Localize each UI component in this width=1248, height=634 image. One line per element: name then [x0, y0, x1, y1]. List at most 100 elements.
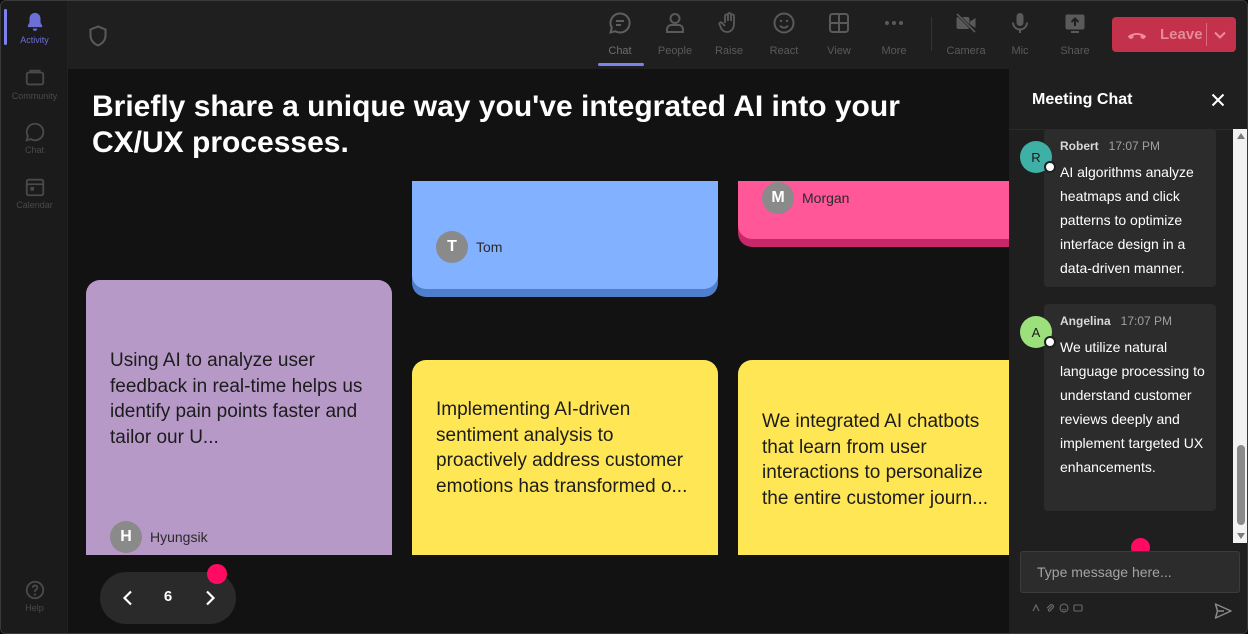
smiley-icon	[773, 12, 795, 34]
people-label: People	[657, 45, 693, 57]
gif-icon[interactable]	[1073, 603, 1083, 613]
avatar: M	[762, 182, 794, 214]
view-button[interactable]: View	[814, 11, 864, 63]
chat-icon	[609, 12, 631, 34]
toolbar-divider	[931, 17, 932, 51]
leave-button[interactable]: Leave	[1112, 17, 1236, 52]
camera-label: Camera	[946, 45, 986, 57]
rail-label: Activity	[20, 35, 49, 45]
attach-icon[interactable]	[1045, 603, 1055, 613]
whiteboard-stage: Briefly share a unique way you've integr…	[68, 69, 1009, 633]
rail-item-community[interactable]: Community	[1, 67, 68, 117]
close-icon[interactable]	[1209, 91, 1227, 109]
message-input[interactable]	[1020, 551, 1240, 593]
author-name: Tom	[476, 239, 503, 255]
raise-hand-icon	[718, 12, 735, 33]
message-time: 17:07 PM	[1108, 139, 1161, 153]
chat-messages: Robert 17:07 PM AI algorithms analyze hea…	[1009, 129, 1233, 543]
view-label: View	[827, 45, 851, 57]
emoji-format-icon[interactable]	[1031, 603, 1041, 613]
sticky-note-chatbots[interactable]: We integrated AI chatbots that learn fro…	[738, 360, 1009, 555]
send-icon[interactable]	[1213, 601, 1233, 621]
chevron-down-icon[interactable]	[1212, 27, 1228, 43]
more-button[interactable]: More	[869, 11, 919, 63]
note-text: Using AI to analyze user feedback in rea…	[110, 350, 363, 448]
avatar-initial: R	[1031, 149, 1041, 165]
share-screen-icon	[1065, 14, 1085, 33]
shield-icon	[89, 25, 107, 47]
note-author: H Hyungsik	[110, 521, 208, 553]
rail-item-calendar[interactable]: Calendar	[1, 176, 68, 226]
chat-button[interactable]: Chat	[595, 11, 645, 63]
note-text: Implementing AI-driven sentiment analysi…	[436, 399, 688, 497]
sticky-notes-area: T Tom M Morgan Using AI to analyze user …	[68, 181, 1009, 555]
mic-icon	[1012, 13, 1028, 33]
rail-item-help[interactable]: Help	[1, 579, 68, 629]
message-text: We utilize natural language processing t…	[1060, 339, 1205, 475]
presence-dot	[1044, 161, 1056, 173]
raise-label: Raise	[714, 45, 744, 57]
avatar: R	[1020, 141, 1056, 173]
message-header: Robert 17:07 PM	[1060, 139, 1160, 153]
grid-view-icon	[829, 13, 849, 33]
raise-hand-button[interactable]: Raise	[704, 11, 754, 63]
rail-label: Help	[25, 603, 44, 613]
rail-label: Calendar	[16, 200, 53, 210]
scroll-down-arrow[interactable]	[1237, 533, 1245, 539]
more-label: More	[881, 45, 907, 57]
scroll-up-arrow[interactable]	[1237, 133, 1245, 139]
sender-name: Robert	[1060, 139, 1099, 153]
question-title: Briefly share a unique way you've integr…	[92, 90, 900, 159]
avatar: A	[1020, 316, 1056, 348]
chat-title: Meeting Chat	[1032, 91, 1133, 108]
bell-icon	[27, 12, 42, 31]
avatar: T	[436, 231, 468, 263]
active-tab-indicator	[598, 63, 644, 66]
avatar: H	[110, 521, 142, 553]
chevron-left-icon[interactable]	[118, 588, 138, 608]
message-header: Angelina 17:07 PM	[1060, 314, 1172, 328]
react-button[interactable]: React	[759, 11, 809, 63]
leave-label: Leave	[1160, 26, 1203, 43]
app-rail: Activity Community Chat Calendar Help	[1, 1, 68, 633]
sticky-note-tom[interactable]: T Tom	[412, 181, 718, 289]
note-text: We integrated AI chatbots that learn fro…	[762, 411, 988, 509]
meeting-chat-panel: Meeting Chat Robert 17:07 PM AI algorithm…	[1009, 69, 1247, 633]
share-button[interactable]: Share	[1050, 11, 1100, 63]
mic-button[interactable]: Mic	[995, 11, 1045, 63]
people-icon	[666, 13, 684, 33]
chat-scrollbar[interactable]	[1233, 129, 1247, 543]
react-label: React	[769, 45, 799, 57]
note-author: T Tom	[436, 231, 502, 263]
mic-label: Mic	[1011, 45, 1029, 57]
camera-button[interactable]: Camera	[941, 11, 991, 63]
chat-message: Angelina 17:07 PM We utilize natural lang…	[1044, 304, 1216, 511]
meeting-window: Activity Community Chat Calendar Help Ch…	[0, 0, 1248, 634]
page-number: 6	[163, 588, 173, 605]
rail-label: Community	[11, 91, 58, 101]
more-icon	[885, 21, 903, 25]
sticky-note-morgan[interactable]: M Morgan	[738, 181, 1009, 239]
community-icon	[25, 69, 44, 86]
cursor-marker	[207, 564, 227, 584]
avatar-initial: A	[1031, 324, 1041, 340]
leave-divider	[1206, 23, 1207, 46]
share-label: Share	[1060, 45, 1090, 57]
sticky-note-hyungsik[interactable]: Using AI to analyze user feedback in rea…	[86, 280, 392, 555]
message-time: 17:07 PM	[1120, 314, 1173, 328]
help-icon	[25, 580, 44, 600]
rail-item-activity[interactable]: Activity	[1, 11, 68, 61]
people-button[interactable]: People	[650, 11, 700, 63]
rail-item-chat[interactable]: Chat	[1, 121, 68, 171]
chevron-right-icon[interactable]	[200, 588, 220, 608]
sticky-note-sentiment[interactable]: Implementing AI-driven sentiment analysi…	[412, 360, 718, 555]
rail-label: Chat	[24, 145, 44, 155]
chat-icon	[24, 122, 44, 142]
chat-label: Chat	[608, 45, 632, 57]
author-name: Morgan	[802, 190, 850, 206]
note-author: M Morgan	[762, 182, 849, 214]
author-name: Hyungsik	[150, 529, 208, 545]
scroll-thumb[interactable]	[1237, 445, 1245, 525]
emoji-icon[interactable]	[1059, 603, 1069, 613]
camera-off-icon	[955, 12, 977, 34]
